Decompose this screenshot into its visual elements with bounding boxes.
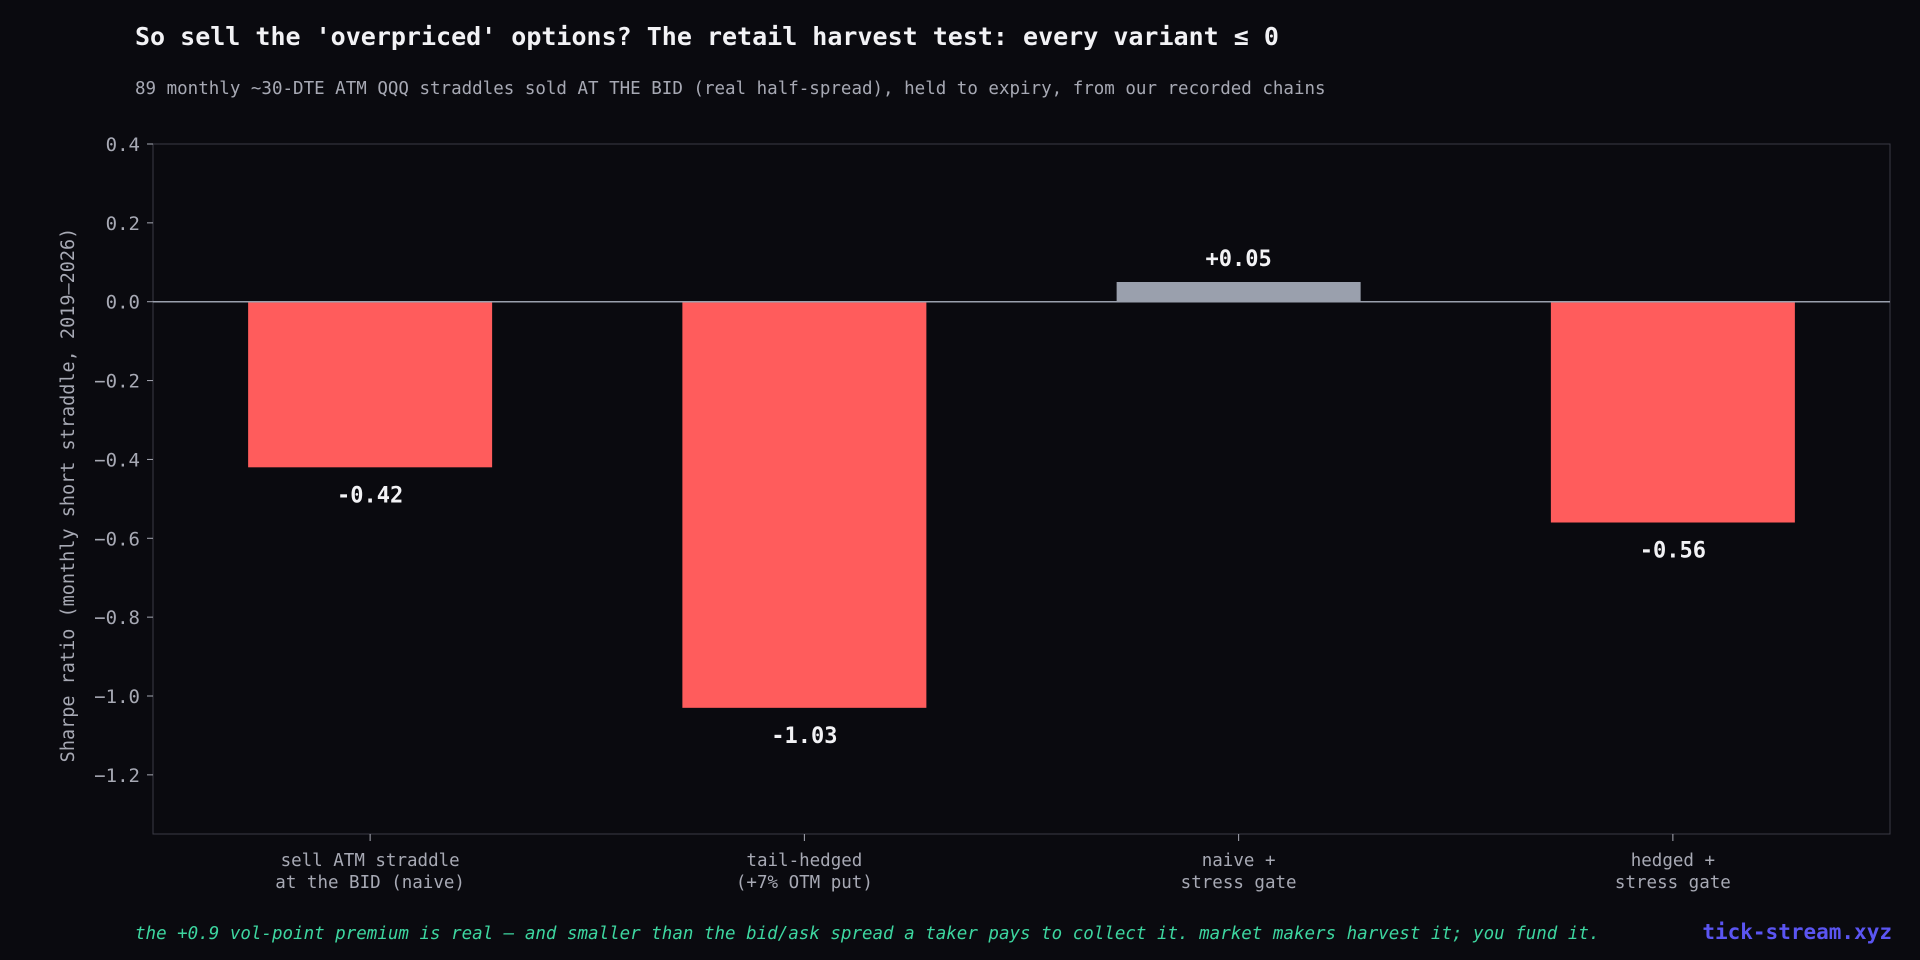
x-category-label: stress gate bbox=[1615, 873, 1731, 893]
bar-value-label: -0.56 bbox=[1640, 539, 1706, 564]
x-category-label: naive + bbox=[1202, 851, 1276, 871]
bar bbox=[248, 301, 493, 468]
y-tick-label: 0.2 bbox=[106, 213, 140, 235]
y-tick-label: −0.4 bbox=[94, 449, 140, 471]
x-category-label: hedged + bbox=[1631, 851, 1715, 871]
x-category-label: (+7% OTM put) bbox=[736, 873, 873, 893]
bar-value-label: -0.42 bbox=[337, 483, 403, 508]
y-tick-label: −0.6 bbox=[94, 528, 140, 550]
y-tick-label: 0.0 bbox=[106, 292, 140, 314]
bar bbox=[1116, 282, 1361, 302]
x-category-label: stress gate bbox=[1181, 873, 1297, 893]
footnote: the +0.9 vol-point premium is real — and… bbox=[135, 924, 1600, 944]
bar bbox=[1550, 301, 1795, 523]
brand-link[interactable]: tick-stream.xyz bbox=[1702, 920, 1892, 944]
sharpe-bar-chart: 0.4 0.2 0.0 −0.2 −0.4 −0.6 −0.8 −1.0 −1.2 Sharpe … bbox=[58, 134, 1891, 893]
y-tick-label: −1.0 bbox=[94, 686, 140, 708]
y-tick-label: −1.2 bbox=[94, 765, 140, 787]
y-tick-label: −0.2 bbox=[94, 371, 140, 393]
x-category-label: at the BID (naive) bbox=[275, 873, 465, 893]
x-category-label: tail-hedged bbox=[746, 851, 862, 871]
y-axis-label: Sharpe ratio (monthly short straddle, 20… bbox=[58, 228, 79, 763]
bar-value-label: -1.03 bbox=[771, 724, 837, 749]
bar-value-label: +0.05 bbox=[1206, 247, 1272, 272]
bar bbox=[682, 301, 927, 708]
y-tick-label: −0.8 bbox=[94, 607, 140, 629]
x-category-label: sell ATM straddle bbox=[281, 851, 460, 871]
y-tick-label: 0.4 bbox=[106, 134, 140, 156]
